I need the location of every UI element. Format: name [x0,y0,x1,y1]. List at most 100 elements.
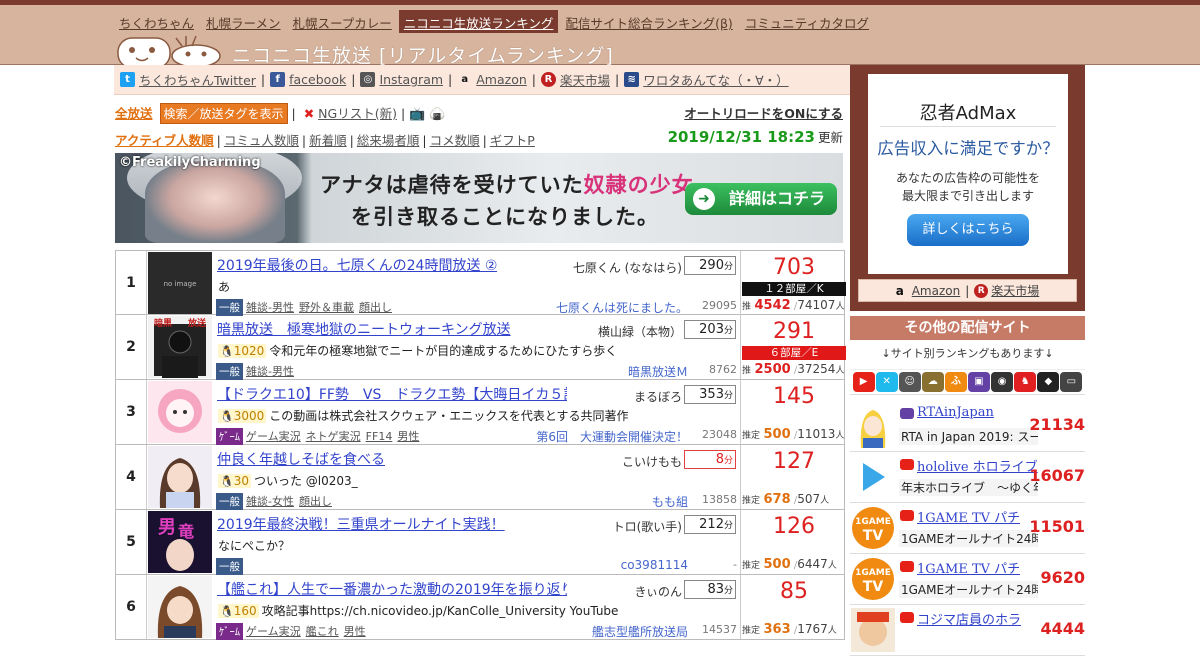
amazon-link[interactable]: Amazon [912,284,961,298]
description-text: ついった @l0203_ [253,474,358,488]
community-link[interactable]: もも組 [652,493,688,510]
other-stream-thumbnail[interactable]: 1GAME TV [851,506,895,550]
social-link[interactable]: ◎ Instagram [360,72,443,87]
cat-icon[interactable]: ◆ [1037,372,1060,392]
tv-icon[interactable]: 📺 [409,107,425,122]
rakuten-link[interactable]: 楽天市場 [991,282,1039,299]
stream-tag[interactable]: 雑談-女性 [246,495,294,508]
stream-thumbnail[interactable] [148,446,212,508]
sort-option[interactable]: アクティブ人数順 [115,133,214,148]
community-link[interactable]: 暗黒放送Ｍ [628,363,688,380]
category-badge[interactable]: ｹﾞｰﾑ [216,428,243,445]
social-link[interactable]: t ちくわちゃんTwitter [120,70,256,89]
community-link[interactable]: 艦志型艦所放送局 [592,623,688,640]
banner-cta-button[interactable]: ➜ 詳細はコチラ [685,183,837,215]
other-stream-thumbnail[interactable] [851,404,895,448]
category-badge[interactable]: ｹﾞｰﾑ [216,623,243,640]
other-stream-thumbnail[interactable] [851,608,895,652]
openrec-icon[interactable]: ◉ [991,372,1014,392]
active-viewers: 4542 [754,298,791,313]
youtube-icon[interactable]: ▶ [852,372,875,392]
stream-thumbnail[interactable] [148,576,212,638]
community-link[interactable]: 第6回 大運動会開催決定！ [536,428,688,445]
ad-banner[interactable]: ©FreakilyCharming アナタは虐待を受けていた奴隷の少女 を引き取… [115,153,843,243]
category-badge[interactable]: 一般 [216,363,243,380]
sort-option[interactable]: コメ数順 [430,133,480,148]
stream-title-link[interactable]: 【ドラクエ10】FF勢 VS ドラクエ勢【大晦日イカ５討伐対 [217,384,567,404]
rice-ball-icon[interactable]: 🍙 [429,107,445,122]
stream-tag[interactable]: 男性 [397,430,419,443]
twitch-icon[interactable]: ▣ [968,372,991,392]
community-link[interactable]: co3981114 [621,558,688,572]
stream-tag[interactable]: 雑談-男性 [246,365,294,378]
other-stream-thumbnail[interactable]: 1GAME TV [851,557,895,601]
stream-tag[interactable]: 艦これ [306,625,339,638]
stream-thumbnail[interactable]: 暗黒 放送 [148,316,212,378]
top-nav-item[interactable]: ちくわちゃん [114,10,199,33]
stream-tag[interactable]: ネトゲ実況 [306,430,361,443]
tv-icon[interactable]: ▭ [1060,372,1083,392]
stream-tag[interactable]: 顔出し [299,495,332,508]
top-nav-item[interactable]: 配信サイト総合ランキング(β) [560,10,737,33]
stream-tag[interactable]: 雑談-男性 [246,301,294,314]
stream-thumbnail[interactable]: 男竜 [148,511,212,573]
stream-tag[interactable]: 野外＆車載 [299,301,354,314]
stream-thumbnail[interactable]: no image [148,252,212,314]
other-stream-channel-link[interactable]: hololive ホロライブ [917,456,1038,475]
active-viewers: 2500 [754,362,791,377]
community-link[interactable]: 七原くんは死にました。 [556,299,688,316]
stream-title-link[interactable]: 2019年最終決戦！三重県オールナイト実践！ [217,514,505,534]
social-link[interactable]: a Amazon [457,72,526,87]
other-stream-channel-link[interactable]: コジマ店員のホラ [917,609,1021,628]
social-link[interactable]: R 楽天市場 [541,70,610,89]
auto-reload-link[interactable]: オートリロードをONにする [684,103,843,122]
stream-owner: きぃのん [634,585,682,599]
social-link[interactable]: f facebook [270,72,346,87]
stream-tag[interactable]: ゲーム実況 [246,625,301,638]
stream-title-link[interactable]: 【艦これ】人生で一番濃かった激動の2019年を振り返りながら [217,579,567,599]
stream-thumbnail[interactable] [148,381,212,443]
ng-list-link[interactable]: NGリスト(新) [318,106,397,121]
kuso-icon[interactable]: ☁ [921,372,944,392]
stream-tag[interactable]: 男性 [344,625,366,638]
shop-links: a Amazon | R 楽天市場 [858,279,1077,302]
all-broadcasts-link[interactable]: 全放送 [115,106,153,121]
fuwa-icon[interactable]: ふ [944,372,967,392]
sort-option[interactable]: 総来場者順 [357,133,420,148]
show-tags-button[interactable]: 検索／放送タグを表示 [159,103,288,124]
description-text: 令和元年の極寒地獄でニートが目的達成するためにひたすら歩く [269,344,618,358]
sort-option[interactable]: 新着順 [309,133,347,148]
social-link[interactable]: ≋ ワロタあんてな（・∀・） [624,70,789,89]
stream-tag[interactable]: 顔出し [359,301,392,314]
banner-line2: を引き取ることになりました。 [351,205,659,229]
showroom-icon[interactable]: ♞ [1014,372,1037,392]
active-viewers: 500 [763,557,791,572]
separator: | [216,133,221,148]
nicolive-icon[interactable]: ☺ [898,372,921,392]
stream-title-link[interactable]: 暗黒放送 極寒地獄のニートウォーキング放送 [217,319,511,339]
top-nav-item[interactable]: 札幌スープカレー [288,10,397,33]
stream-tag[interactable]: FF14 [366,430,393,443]
svg-text:TV: TV [863,579,884,595]
other-stream-channel-link[interactable]: 1GAME TV パチ [917,558,1020,577]
other-stream-channel-link[interactable]: RTAinJapan [917,405,994,420]
top-nav-item[interactable]: 札幌ラーメン [201,10,286,33]
category-badge[interactable]: 一般 [216,299,243,316]
other-stream-channel-link[interactable]: 1GAME TV パチ [917,507,1020,526]
stream-title-link[interactable]: 仲良く年越しそばを食べる [217,449,385,469]
chikuwa-mascot-logo[interactable] [116,34,226,68]
stream-tag[interactable]: ゲーム実況 [246,430,301,443]
category-badge[interactable]: 一般 [216,558,243,575]
other-stream-thumbnail[interactable] [851,455,895,499]
category-badge[interactable]: 一般 [216,493,243,510]
sort-option[interactable]: ギフトP [490,133,535,148]
stream-title-link[interactable]: 2019年最後の日。七原くんの24時間放送 ② [217,255,497,275]
sort-option[interactable]: コミュ人数順 [224,133,299,148]
top-nav-item[interactable]: ニコニコ生放送ランキング [398,10,559,33]
twitter-icon: t [120,72,135,87]
top-nav-item[interactable]: コミュニティカタログ [740,10,874,33]
mixer-icon[interactable]: ✕ [875,372,898,392]
stream-description: なにぺこか？ [218,537,290,554]
ad-details-button[interactable]: 詳しくはこちら [907,214,1029,246]
admax-ad[interactable]: 忍者AdMax 広告収入に満足ですか？ あなたの広告枠の可能性を 最大限まで引き… [868,74,1068,274]
